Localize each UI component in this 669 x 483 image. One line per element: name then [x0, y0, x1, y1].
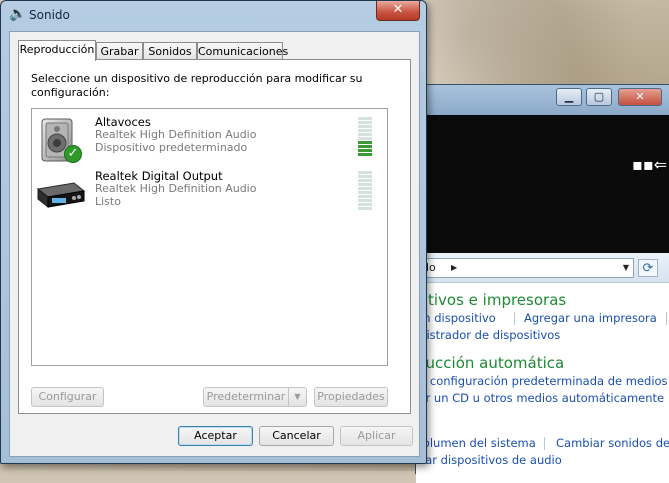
refresh-icon[interactable]: ⟳ [638, 259, 658, 277]
tab-grabar[interactable]: Grabar [96, 42, 143, 60]
tab-sonidos[interactable]: Sonidos [143, 42, 197, 60]
chevron-down-icon[interactable]: ▼ [623, 259, 629, 277]
configure-button[interactable]: Configurar [31, 387, 104, 407]
meter-segment [358, 141, 372, 144]
speaker-title-icon: 🔈 [9, 6, 27, 22]
chevron-down-icon[interactable]: ▼ [288, 388, 306, 406]
meter-segment [358, 121, 372, 124]
device-driver: Realtek High Definition Audio [95, 128, 257, 141]
meter-segment [358, 207, 372, 210]
section-link[interactable]: cir un CD u otros medios automáticamente [416, 391, 664, 405]
media-banner: ▪▪⇐ [416, 115, 669, 253]
meter-segment [358, 187, 372, 190]
meter-segment [358, 149, 372, 152]
device-driver: Realtek High Definition Audio [95, 182, 257, 195]
meter-segment [358, 175, 372, 178]
control-panel-window: ▁ ▢ ✕ ▪▪⇐ ido ▶ ▼ ⟳ sitivos e impresoras… [415, 84, 669, 483]
list-item[interactable]: Realtek Digital Output Realtek High Defi… [32, 169, 387, 221]
meter-segment [358, 117, 372, 120]
sound-dialog: 🔈 Sonido ✕ Reproducción Grabar Sonidos C… [0, 0, 427, 464]
meter-segment [358, 199, 372, 202]
device-name: Realtek Digital Output [95, 169, 223, 183]
link-separator [514, 312, 515, 325]
minimize-button[interactable]: ▁ [556, 88, 582, 106]
properties-button[interactable]: Propiedades [314, 387, 388, 407]
instruction-text: Seleccione un dispositivo de reproducció… [31, 72, 363, 99]
close-button[interactable]: ✕ [618, 88, 662, 106]
meter-segment [358, 133, 372, 136]
meter-segment [358, 153, 372, 156]
meter-segment [358, 129, 372, 132]
digital-output-icon [36, 171, 86, 219]
section-link[interactable]: un dispositivo [416, 311, 496, 325]
meter-segment [358, 137, 372, 140]
control-panel-titlebar: ▁ ▢ ✕ [416, 85, 669, 115]
section-link[interactable]: la configuración predeterminada de medio… [416, 374, 669, 388]
section-heading[interactable]: sitivos e impresoras [416, 291, 566, 309]
section-link[interactable]: inistrador de dispositivos [416, 328, 560, 342]
device-name: Altavoces [95, 115, 151, 129]
address-bar: ido ▶ ▼ ⟳ [416, 253, 669, 283]
playback-panel: Seleccione un dispositivo de reproducció… [18, 59, 411, 414]
section-link[interactable]: volumen del sistema [416, 436, 536, 450]
tiles-icon[interactable]: ▪▪⇐ [632, 155, 667, 174]
cancel-button[interactable]: Cancelar [259, 426, 334, 446]
close-button[interactable]: ✕ [376, 1, 420, 21]
set-default-label: Predeterminar [206, 390, 286, 403]
tab-reproduccion[interactable]: Reproducción [18, 40, 96, 61]
device-list[interactable]: ✓ Altavoces Realtek High Definition Audi… [31, 108, 388, 366]
link-separator [666, 312, 667, 325]
meter-segment [358, 203, 372, 206]
meter-segment [358, 179, 372, 182]
section-link[interactable]: Cambiar sonidos del si [556, 436, 669, 450]
meter-segment [358, 183, 372, 186]
tab-comunicaciones[interactable]: Comunicaciones [197, 42, 288, 60]
breadcrumb-arrow-icon[interactable]: ▶ [451, 259, 457, 277]
dialog-title: Sonido [29, 8, 70, 22]
meter-segment [358, 195, 372, 198]
address-input[interactable]: ido ▶ ▼ [416, 258, 634, 278]
set-default-button[interactable]: Predeterminar ▼ [203, 387, 307, 407]
dialog-titlebar[interactable]: 🔈 Sonido ✕ [1, 1, 426, 29]
default-check-icon: ✓ [64, 145, 82, 163]
link-separator [544, 437, 545, 450]
volume-meter [358, 117, 372, 157]
meter-segment [358, 171, 372, 174]
section-link[interactable]: trar dispositivos de audio [416, 453, 562, 467]
device-status: Listo [95, 195, 121, 208]
meter-segment [358, 145, 372, 148]
device-status: Dispositivo predeterminado [95, 141, 248, 154]
meter-segment [358, 125, 372, 128]
control-panel-body: sitivos e impresoras un dispositivo Agre… [416, 283, 669, 483]
list-item[interactable]: ✓ Altavoces Realtek High Definition Audi… [32, 115, 387, 167]
section-heading[interactable]: ducción automática [416, 354, 564, 372]
meter-segment [358, 191, 372, 194]
section-link[interactable]: Agregar una impresora [524, 311, 657, 325]
ok-button[interactable]: Aceptar [178, 426, 253, 446]
dialog-client: Reproducción Grabar Sonidos Comunicacion… [9, 31, 420, 457]
volume-meter [358, 171, 372, 211]
maximize-button[interactable]: ▢ [586, 88, 612, 106]
apply-button[interactable]: Aplicar [340, 426, 413, 446]
